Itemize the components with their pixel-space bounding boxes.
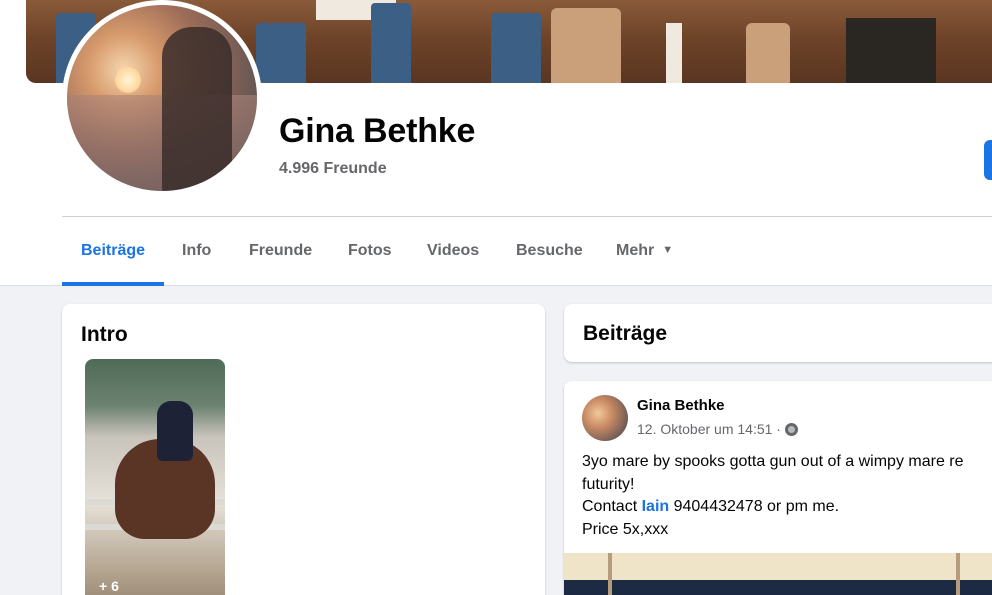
post-price: Price 5x,xxx bbox=[582, 521, 669, 538]
avatar-couple bbox=[162, 27, 232, 191]
post-text-line: futurity! bbox=[582, 476, 635, 493]
caret-down-icon: ▼ bbox=[662, 244, 674, 256]
profile-avatar[interactable] bbox=[62, 0, 262, 196]
tab-besuche[interactable]: Besuche bbox=[516, 242, 583, 262]
post-timestamp[interactable]: 12. Oktober um 14:51 · bbox=[637, 421, 781, 437]
cover-horse bbox=[551, 8, 621, 83]
tab-videos[interactable]: Videos bbox=[427, 242, 479, 262]
post-contact-line: Contact Iain 9404432478 or pm me. bbox=[582, 496, 839, 518]
post-author-avatar[interactable] bbox=[582, 395, 628, 441]
photo-more-count: + 6 bbox=[99, 578, 119, 594]
post-meta: 12. Oktober um 14:51 · bbox=[637, 421, 798, 437]
cover-horse-leg bbox=[666, 23, 682, 83]
tab-fotos[interactable]: Fotos bbox=[348, 242, 392, 262]
post-image-post bbox=[608, 553, 612, 595]
header-divider bbox=[62, 216, 992, 217]
intro-title: Intro bbox=[81, 323, 128, 346]
posts-header-title: Beiträge bbox=[583, 322, 668, 345]
cover-figure bbox=[256, 23, 306, 83]
post-author-name[interactable]: Gina Bethke bbox=[637, 397, 725, 414]
globe-icon[interactable] bbox=[784, 423, 798, 436]
tab-info[interactable]: Info bbox=[182, 242, 211, 262]
profile-name: Gina Bethke bbox=[279, 112, 476, 150]
tab-mehr[interactable]: Mehr ▼ bbox=[616, 242, 673, 262]
active-tab-indicator bbox=[62, 282, 164, 286]
cover-saddle bbox=[746, 23, 790, 83]
add-friend-button[interactable] bbox=[984, 140, 992, 180]
tab-mehr-label: Mehr bbox=[616, 242, 655, 259]
photo-rider bbox=[157, 401, 193, 461]
avatar-sun bbox=[115, 67, 141, 93]
cover-figure bbox=[491, 13, 541, 83]
posts-header-card: Beiträge bbox=[564, 304, 992, 362]
cover-figure bbox=[846, 18, 936, 83]
friends-count-link[interactable]: 4.996 Freunde bbox=[279, 160, 387, 178]
post-image-post bbox=[956, 553, 960, 595]
profile-header: Gina Bethke 4.996 Freunde Beiträge Info … bbox=[0, 0, 992, 286]
mentioned-user-link[interactable]: Iain bbox=[642, 498, 670, 515]
cover-figure bbox=[371, 3, 411, 83]
post-image[interactable] bbox=[564, 553, 992, 595]
intro-featured-photo[interactable]: + 6 bbox=[85, 359, 225, 595]
post-contact-prefix: Contact bbox=[582, 498, 642, 515]
intro-card: Intro + 6 bbox=[62, 304, 545, 595]
tab-freunde[interactable]: Freunde bbox=[249, 242, 312, 262]
post-contact-suffix: 9404432478 or pm me. bbox=[669, 498, 840, 515]
post-card: Gina Bethke 12. Oktober um 14:51 · 3yo m… bbox=[564, 381, 992, 595]
post-text-line: 3yo mare by spooks gotta gun out of a wi… bbox=[582, 453, 964, 470]
tab-beitraege[interactable]: Beiträge bbox=[81, 242, 145, 262]
